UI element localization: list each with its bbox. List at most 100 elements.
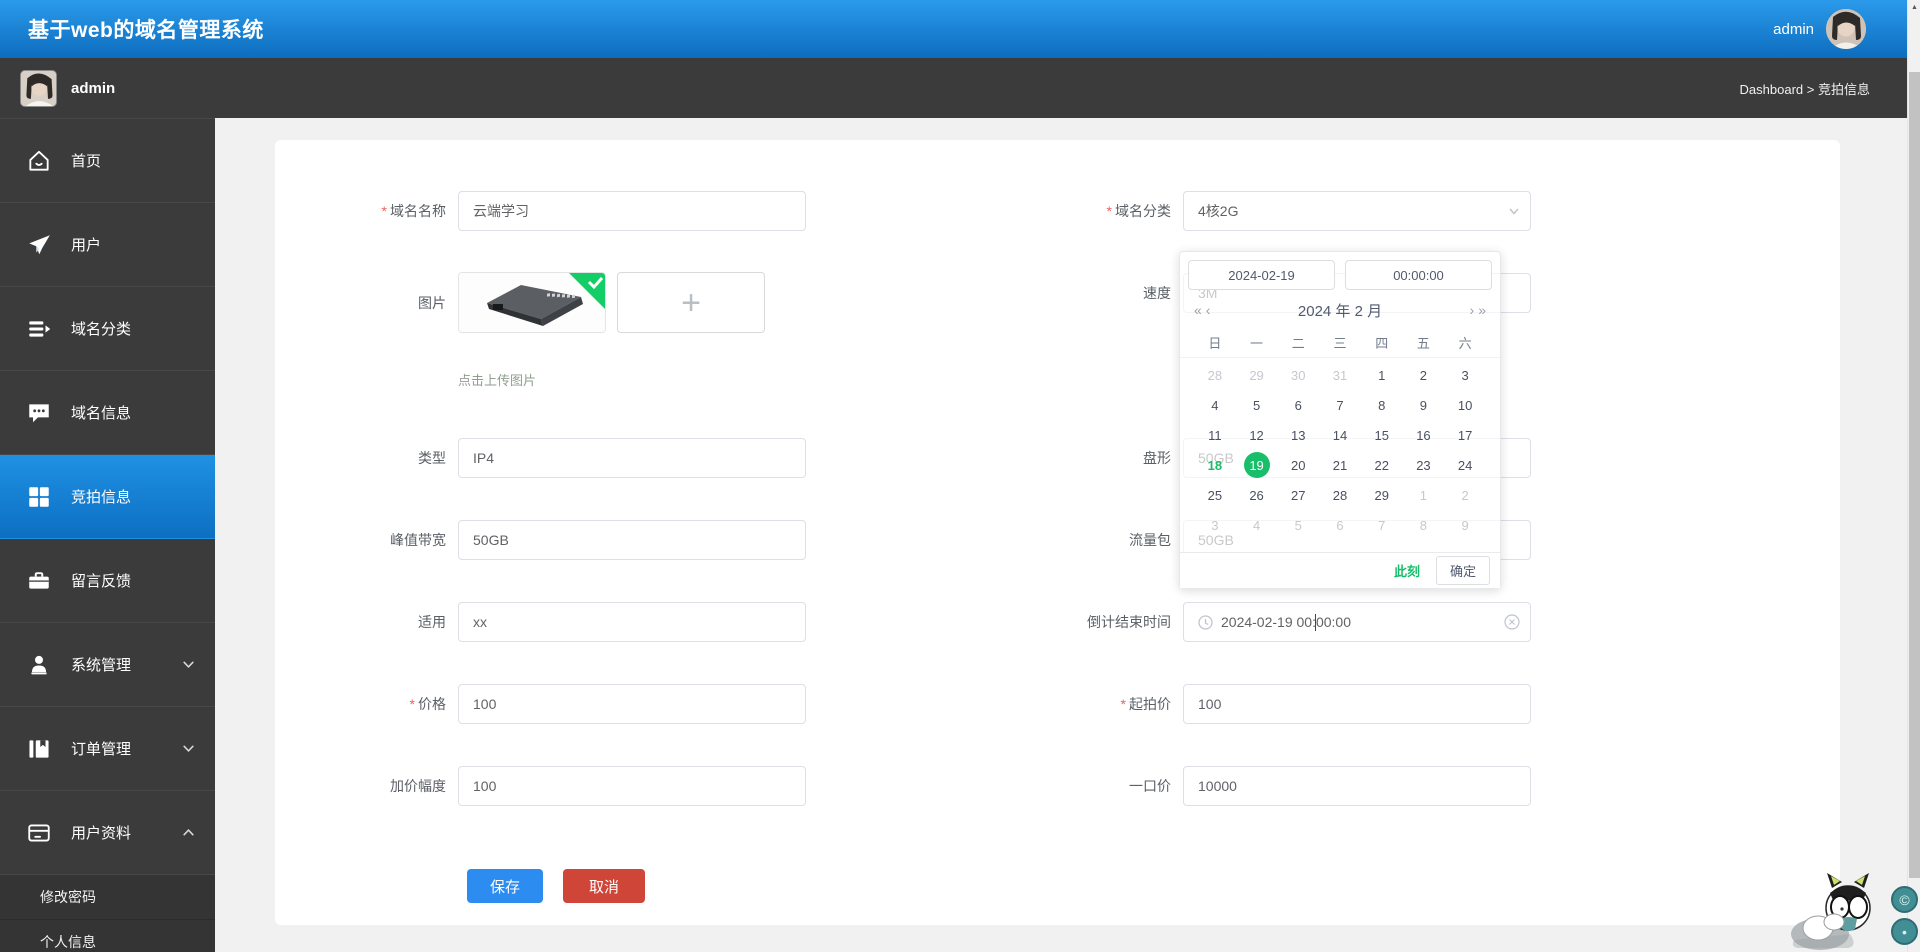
calendar-day-12[interactable]: 12 xyxy=(1236,420,1278,450)
calendar-day-30[interactable]: 30 xyxy=(1277,360,1319,390)
calendar-time-input[interactable]: 00:00:00 xyxy=(1345,260,1492,290)
field-image: 图片 + xyxy=(300,272,765,333)
start-price-input[interactable]: 100 xyxy=(1183,684,1531,724)
calendar-day-26[interactable]: 26 xyxy=(1236,480,1278,510)
calendar-day-18[interactable]: 18 xyxy=(1194,450,1236,480)
sidebar-item-竞拍信息[interactable]: 竞拍信息 xyxy=(0,455,215,539)
clear-icon[interactable] xyxy=(1504,614,1520,630)
sidebar-subitem-修改密码[interactable]: 修改密码 xyxy=(0,875,215,920)
calendar-day-2[interactable]: 2 xyxy=(1444,480,1486,510)
sidebar-item-label: 用户资料 xyxy=(71,825,132,842)
scroll-up-arrow-icon[interactable]: ▲ xyxy=(1908,4,1920,11)
calendar-day-19[interactable]: 19 xyxy=(1236,450,1278,480)
calendar-day-15[interactable]: 15 xyxy=(1361,420,1403,450)
weekday-label: 六 xyxy=(1458,336,1472,351)
scrollbar-thumb[interactable] xyxy=(1909,72,1920,878)
next-month-icon[interactable]: › xyxy=(1468,302,1477,318)
sidebar-nav: 首页 用户 域名分类 域名信息 竞拍信息 留言反馈 系统管理订单管理用户资料修改密码 个人信息 xyxy=(0,118,215,952)
breadcrumb-dashboard[interactable]: Dashboard xyxy=(1740,82,1804,97)
sidebar-item-label: 订单管理 xyxy=(71,741,132,758)
calendar-day-7[interactable]: 7 xyxy=(1361,510,1403,540)
calendar-day-9[interactable]: 9 xyxy=(1444,510,1486,540)
calendar-day-28[interactable]: 28 xyxy=(1319,480,1361,510)
calendar-day-21[interactable]: 21 xyxy=(1319,450,1361,480)
calendar-day-6[interactable]: 6 xyxy=(1277,390,1319,420)
sidebar-item-用户[interactable]: 用户 xyxy=(0,203,215,287)
calendar-day-4[interactable]: 4 xyxy=(1236,510,1278,540)
sidebar-avatar[interactable] xyxy=(20,69,57,107)
select-value: 4核2G xyxy=(1198,203,1239,219)
calendar-day-23[interactable]: 23 xyxy=(1403,450,1445,480)
apply-input[interactable]: xx xyxy=(458,602,806,642)
price-input[interactable]: 100 xyxy=(458,684,806,724)
end-time-input[interactable]: 2024-02-19 00:00:00 xyxy=(1183,602,1531,642)
date-value: 2024-02-19 xyxy=(1228,267,1295,283)
peak-bandwidth-input[interactable]: 50GB xyxy=(458,520,806,560)
breadcrumb-current: 竞拍信息 xyxy=(1817,81,1870,97)
calendar-day-16[interactable]: 16 xyxy=(1403,420,1445,450)
cancel-button[interactable]: 取消 xyxy=(563,869,645,903)
calendar-day-3[interactable]: 3 xyxy=(1444,360,1486,390)
next-year-icon[interactable]: » xyxy=(1476,302,1488,318)
increment-input[interactable]: 100 xyxy=(458,766,806,806)
calendar-day-13[interactable]: 13 xyxy=(1277,420,1319,450)
sidebar-subitem-个人信息[interactable]: 个人信息 xyxy=(0,920,215,952)
sidebar-item-系统管理[interactable]: 系统管理 xyxy=(0,623,215,707)
calendar-day-5[interactable]: 5 xyxy=(1236,390,1278,420)
now-button[interactable]: 此刻 xyxy=(1394,561,1420,580)
uploaded-image-thumbnail[interactable] xyxy=(458,272,606,333)
calendar-day-8[interactable]: 8 xyxy=(1403,510,1445,540)
sidebar-item-留言反馈[interactable]: 留言反馈 xyxy=(0,539,215,623)
calendar-day-22[interactable]: 22 xyxy=(1361,450,1403,480)
prev-month-icon[interactable]: ‹ xyxy=(1204,302,1213,318)
calendar-day-2[interactable]: 2 xyxy=(1403,360,1445,390)
field-label: 加价幅度 xyxy=(390,778,446,794)
calendar-day-28[interactable]: 28 xyxy=(1194,360,1236,390)
calendar-day-17[interactable]: 17 xyxy=(1444,420,1486,450)
calendar-day-7[interactable]: 7 xyxy=(1319,390,1361,420)
header-avatar[interactable] xyxy=(1826,9,1866,49)
input-value: 10000 xyxy=(1198,778,1237,794)
calendar-day-24[interactable]: 24 xyxy=(1444,450,1486,480)
sidebar-item-订单管理[interactable]: 订单管理 xyxy=(0,707,215,791)
header-username[interactable]: admin xyxy=(1773,21,1814,38)
sidebar-item-域名信息[interactable]: 域名信息 xyxy=(0,371,215,455)
sidebar-item-首页[interactable]: 首页 xyxy=(0,119,215,203)
type-input[interactable]: IP4 xyxy=(458,438,806,478)
required-mark: * xyxy=(1120,696,1126,712)
calendar-day-10[interactable]: 10 xyxy=(1444,390,1486,420)
calendar-day-11[interactable]: 11 xyxy=(1194,420,1236,450)
calendar-day-1[interactable]: 1 xyxy=(1403,480,1445,510)
calendar-day-20[interactable]: 20 xyxy=(1277,450,1319,480)
prev-year-icon[interactable]: « xyxy=(1192,302,1204,318)
calendar-date-input[interactable]: 2024-02-19 xyxy=(1188,260,1335,290)
calendar-day-27[interactable]: 27 xyxy=(1277,480,1319,510)
calendar-day-29[interactable]: 29 xyxy=(1236,360,1278,390)
calendar-day-25[interactable]: 25 xyxy=(1194,480,1236,510)
sidebar-item-域名分类[interactable]: 域名分类 xyxy=(0,287,215,371)
calendar-day-6[interactable]: 6 xyxy=(1319,510,1361,540)
save-button[interactable]: 保存 xyxy=(467,869,543,903)
upload-tip[interactable]: 点击上传图片 xyxy=(458,370,536,389)
calendar-day-3[interactable]: 3 xyxy=(1194,510,1236,540)
calendar-day-8[interactable]: 8 xyxy=(1361,390,1403,420)
sidebar-item-用户资料[interactable]: 用户资料 xyxy=(0,791,215,875)
form-card: * 域名名称 云端学习 图片 + 点击上传图片 类型 IP4 峰值带宽 50GB… xyxy=(275,140,1840,925)
upload-image-button[interactable]: + xyxy=(617,272,765,333)
buyout-price-input[interactable]: 10000 xyxy=(1183,766,1531,806)
calendar-day-29[interactable]: 29 xyxy=(1361,480,1403,510)
category-select[interactable]: 4核2G xyxy=(1183,191,1531,231)
calendar-day-5[interactable]: 5 xyxy=(1277,510,1319,540)
confirm-button[interactable]: 确定 xyxy=(1435,556,1490,585)
domain-name-input[interactable]: 云端学习 xyxy=(458,191,806,231)
home-icon xyxy=(24,148,54,174)
calendar-day-31[interactable]: 31 xyxy=(1319,360,1361,390)
calendar-title[interactable]: 2024 年 2 月 xyxy=(1212,300,1467,321)
calendar-day-4[interactable]: 4 xyxy=(1194,390,1236,420)
weekday-label: 二 xyxy=(1291,336,1305,351)
calendar-weekday-header: 日一二三四五六 xyxy=(1180,328,1500,358)
calendar-day-14[interactable]: 14 xyxy=(1319,420,1361,450)
calendar-day-9[interactable]: 9 xyxy=(1403,390,1445,420)
vertical-scrollbar[interactable]: ▲ xyxy=(1907,0,1920,952)
calendar-day-1[interactable]: 1 xyxy=(1361,360,1403,390)
